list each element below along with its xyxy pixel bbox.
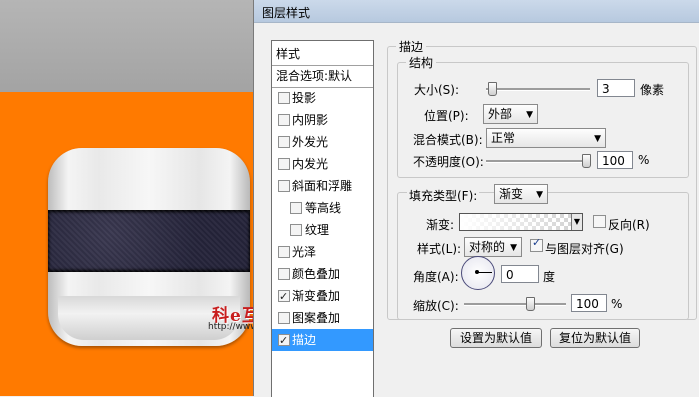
angle-input[interactable]: 0: [501, 265, 539, 283]
style-checkbox[interactable]: [290, 224, 302, 236]
chevron-down-icon: ▼: [536, 190, 543, 200]
canvas-gray-area: [0, 0, 254, 92]
style-checkbox[interactable]: [278, 330, 290, 352]
style-list-item[interactable]: 等高线: [272, 197, 373, 219]
document-canvas: 科e互联 http://www.internetke.com: [0, 0, 254, 396]
style-list-label: 内阴影: [292, 113, 329, 127]
style-checkbox[interactable]: [290, 202, 302, 214]
position-select[interactable]: 外部 ▼: [483, 104, 538, 124]
dialog-titlebar[interactable]: 图层样式: [254, 0, 699, 23]
angle-dial[interactable]: [461, 256, 495, 290]
scale-slider-track[interactable]: [464, 297, 566, 311]
style-list-item[interactable]: 描边: [272, 329, 373, 352]
chevron-down-icon: ▼: [510, 243, 517, 253]
style-list-item[interactable]: 图案叠加: [272, 307, 373, 329]
fill-type-label: 填充类型(F):: [407, 187, 480, 204]
reset-default-button[interactable]: 复位为默认值: [550, 328, 640, 348]
blend-mode-label: 混合模式(B):: [413, 133, 483, 147]
position-select-value: 外部: [488, 107, 513, 121]
style-checkbox[interactable]: [278, 92, 290, 104]
style-list-label: 等高线: [305, 201, 342, 215]
align-with-layer-checkbox[interactable]: [530, 236, 543, 252]
angle-label: 角度(A):: [413, 270, 459, 284]
fill-type-select[interactable]: 渐变 ▼: [494, 184, 548, 204]
scale-slider-thumb[interactable]: [526, 297, 535, 311]
style-select-value: 对称的: [469, 240, 506, 254]
style-list-item[interactable]: 内发光: [272, 153, 373, 175]
icon-leather-strap: [48, 210, 250, 272]
gradient-label: 渐变:: [426, 218, 455, 232]
size-input[interactable]: 3: [597, 79, 635, 97]
angle-dial-needle: [477, 272, 492, 273]
style-list-label: 描边: [292, 333, 317, 347]
position-label: 位置(P):: [424, 109, 469, 123]
opacity-unit: %: [638, 153, 650, 167]
style-list-label: 投影: [292, 91, 317, 105]
style-list-item[interactable]: 光泽: [272, 241, 373, 263]
style-list-label: 混合选项:默认: [276, 69, 353, 83]
style-list-label: 图案叠加: [292, 311, 341, 325]
dialog-title: 图层样式: [262, 6, 311, 20]
gradient-dropdown-icon[interactable]: ▼: [571, 214, 582, 230]
style-checkbox[interactable]: [278, 268, 290, 280]
watermark-url: http://www.internetke.com: [208, 322, 254, 332]
style-checkbox[interactable]: [278, 246, 290, 258]
reverse-checkbox[interactable]: [593, 215, 606, 228]
opacity-input[interactable]: 100: [597, 151, 633, 169]
structure-section-title: 结构: [406, 54, 437, 71]
size-label: 大小(S):: [414, 83, 460, 97]
style-list-label: 渐变叠加: [292, 289, 341, 303]
style-select[interactable]: 对称的 ▼: [464, 237, 522, 257]
style-checkbox[interactable]: [278, 114, 290, 126]
size-unit: 像素: [640, 83, 665, 97]
fill-type-value: 渐变: [499, 187, 524, 201]
reverse-label: 反向(R): [608, 218, 650, 232]
style-list: 样式混合选项:默认投影内阴影外发光内发光斜面和浮雕等高线纹理光泽颜色叠加渐变叠加…: [271, 40, 374, 397]
style-list-item[interactable]: 渐变叠加: [272, 285, 373, 308]
chevron-down-icon: ▼: [526, 110, 533, 120]
style-list-label: 内发光: [292, 157, 329, 171]
angle-dial-center: [475, 270, 479, 274]
scale-unit: %: [611, 297, 623, 311]
scale-label: 缩放(C):: [413, 299, 459, 313]
scale-input[interactable]: 100: [571, 294, 607, 312]
style-list-label: 纹理: [305, 223, 330, 237]
style-list-item[interactable]: 混合选项:默认: [272, 65, 373, 88]
style-list-item[interactable]: 纹理: [272, 219, 373, 241]
style-checkbox[interactable]: [278, 312, 290, 324]
style-checkbox[interactable]: [278, 286, 290, 308]
style-list-label: 颜色叠加: [292, 267, 341, 281]
style-list-label: 外发光: [292, 135, 329, 149]
layer-style-dialog: 图层样式 样式混合选项:默认投影内阴影外发光内发光斜面和浮雕等高线纹理光泽颜色叠…: [253, 0, 699, 397]
style-list-item[interactable]: 样式: [272, 43, 373, 66]
style-list-item[interactable]: 投影: [272, 87, 373, 109]
style-list-label: 斜面和浮雕: [292, 179, 353, 193]
stroke-section-title: 描边: [396, 38, 427, 55]
opacity-slider-track[interactable]: [486, 154, 591, 168]
style-checkbox[interactable]: [278, 180, 290, 192]
style-checkbox[interactable]: [278, 158, 290, 170]
style-list-item[interactable]: 内阴影: [272, 109, 373, 131]
style-list-label: 样式: [276, 47, 301, 61]
opacity-slider-thumb[interactable]: [582, 154, 591, 168]
style-list-item[interactable]: 外发光: [272, 131, 373, 153]
align-with-layer-label: 与图层对齐(G): [545, 242, 624, 256]
style-list-label: 光泽: [292, 245, 317, 259]
size-slider-track[interactable]: [486, 82, 590, 96]
set-default-button[interactable]: 设置为默认值: [450, 328, 542, 348]
angle-unit: 度: [543, 270, 556, 284]
style-list-item[interactable]: 颜色叠加: [272, 263, 373, 285]
gradient-picker[interactable]: ▼: [459, 213, 583, 231]
blend-mode-value: 正常: [491, 131, 516, 145]
style-label: 样式(L):: [417, 242, 462, 256]
blend-mode-select[interactable]: 正常 ▼: [486, 128, 606, 148]
style-list-item[interactable]: 斜面和浮雕: [272, 175, 373, 197]
opacity-label: 不透明度(O):: [413, 155, 484, 169]
chevron-down-icon: ▼: [594, 134, 601, 144]
style-checkbox[interactable]: [278, 136, 290, 148]
size-slider-thumb[interactable]: [488, 82, 497, 96]
